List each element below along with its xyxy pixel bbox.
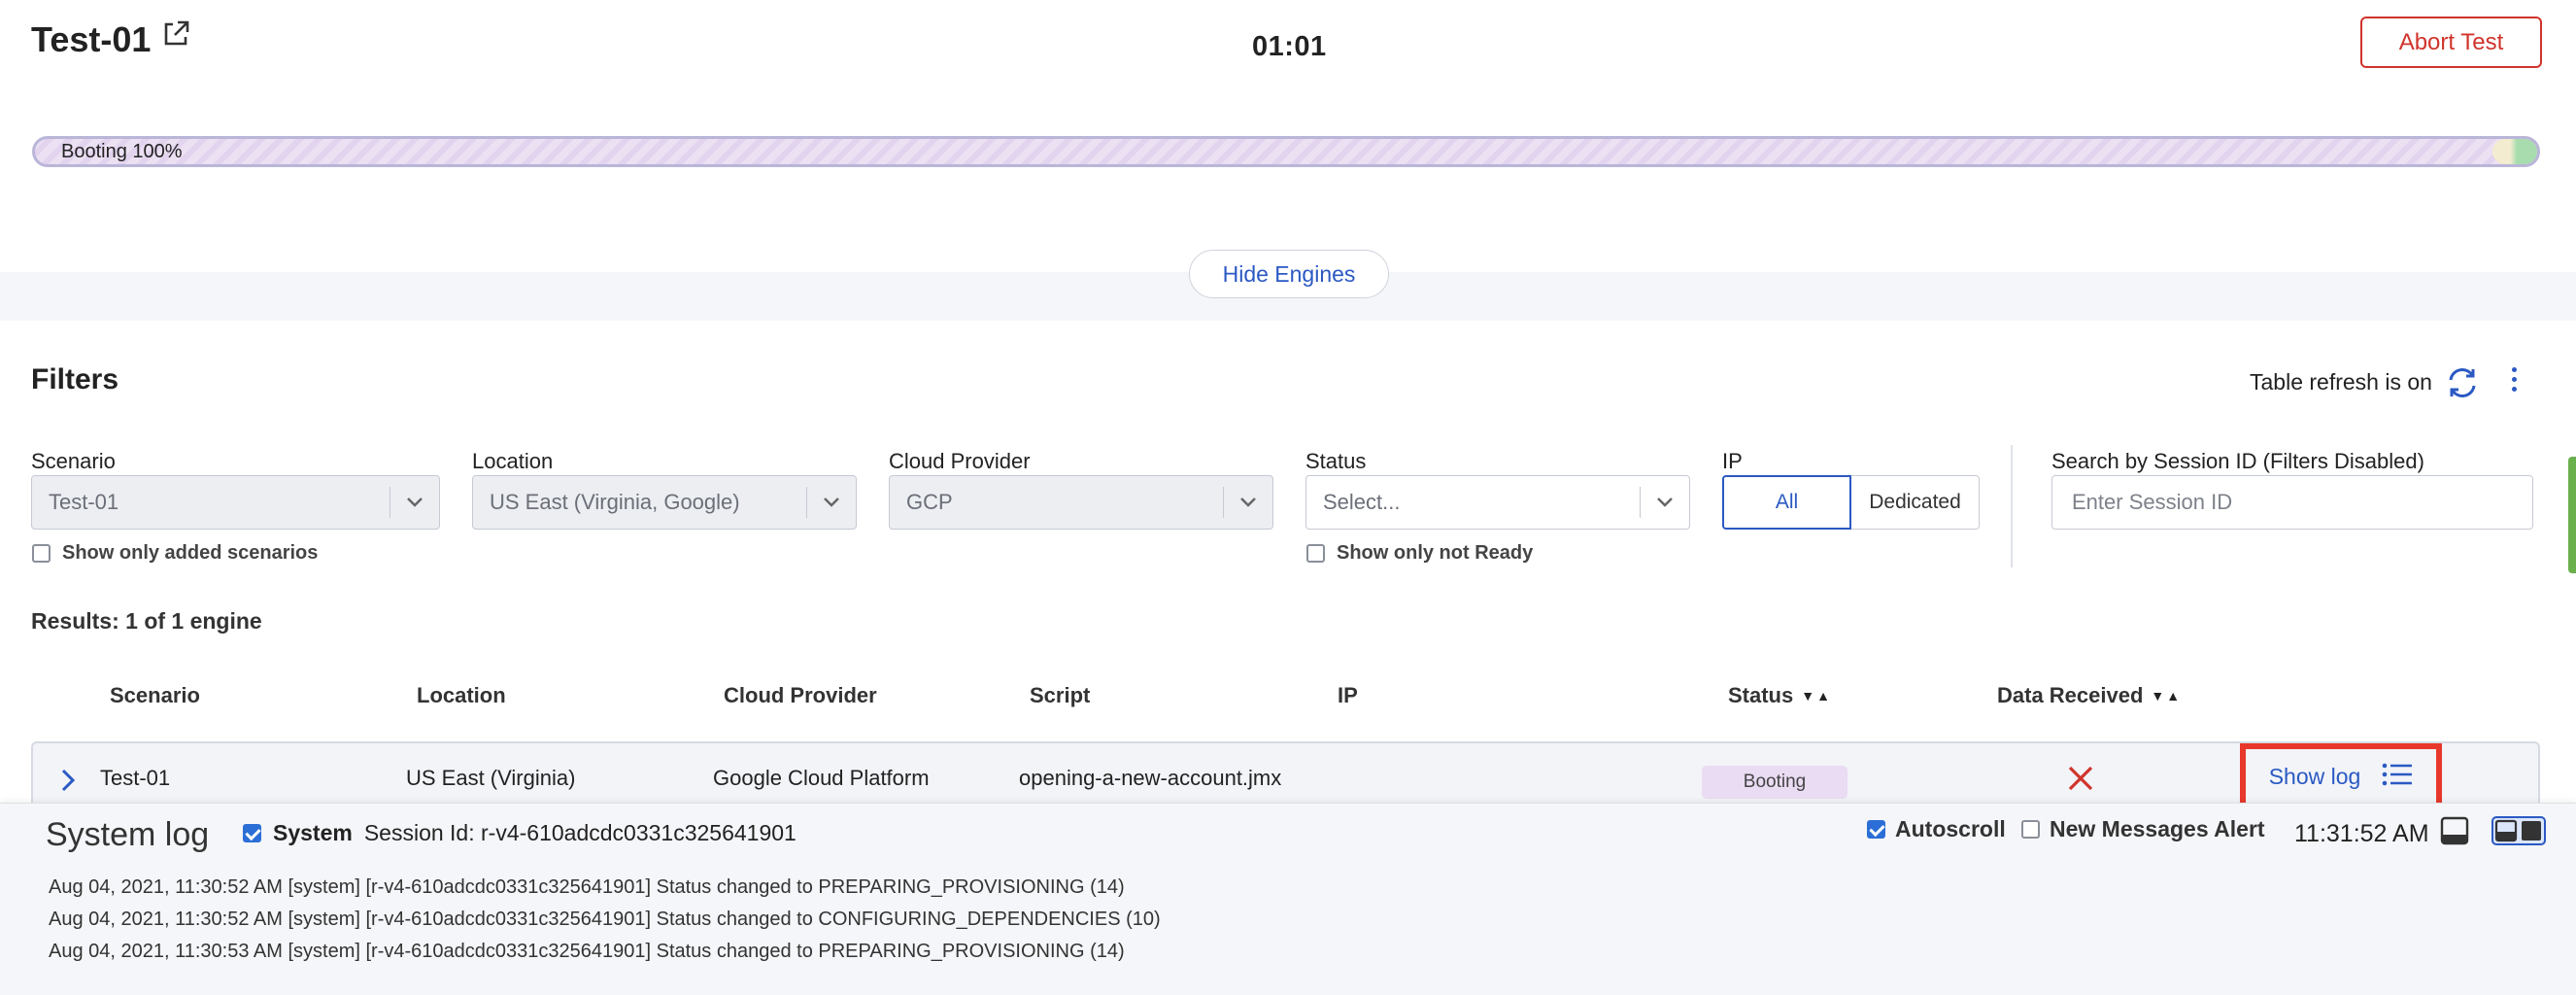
location-select[interactable]: US East (Virginia, Google) bbox=[472, 475, 857, 530]
location-select-value: US East (Virginia, Google) bbox=[490, 490, 740, 514]
scenario-select[interactable]: Test-01 bbox=[31, 475, 440, 530]
ip-toggle-group: All Dedicated bbox=[1722, 475, 1980, 530]
column-header-status[interactable]: Status ▼▲ bbox=[1728, 683, 1832, 708]
test-timer: 01:01 bbox=[1252, 31, 1327, 62]
sort-icon[interactable]: ▼▲ bbox=[1801, 688, 1832, 703]
status-select-placeholder: Select... bbox=[1323, 490, 1401, 514]
external-link-icon[interactable] bbox=[160, 18, 191, 50]
results-count: Results: 1 of 1 engine bbox=[31, 608, 262, 634]
row-script: opening-a-new-account.jmx bbox=[1019, 766, 1282, 790]
system-label: System bbox=[273, 820, 353, 845]
show-only-added-label: Show only added scenarios bbox=[62, 542, 319, 564]
hide-engines-button[interactable]: Hide Engines bbox=[1189, 250, 1389, 298]
more-options-icon[interactable] bbox=[2504, 367, 2524, 398]
row-cloud-provider: Google Cloud Platform bbox=[713, 766, 930, 790]
status-select[interactable]: Select... bbox=[1305, 475, 1690, 530]
column-header-label: Status bbox=[1728, 683, 1794, 707]
ip-all-button[interactable]: All bbox=[1722, 475, 1851, 530]
ip-filter-label: IP bbox=[1722, 449, 1743, 473]
system-log-lines: Aug 04, 2021, 11:30:52 AM [system] [r-v4… bbox=[49, 872, 1161, 968]
log-line: Aug 04, 2021, 11:30:53 AM [system] [r-v4… bbox=[49, 941, 1125, 962]
show-log-button[interactable]: Show log bbox=[2240, 743, 2442, 809]
chevron-right-icon[interactable] bbox=[58, 768, 78, 793]
column-header-script[interactable]: Script bbox=[1030, 683, 1090, 708]
log-line: Aug 04, 2021, 11:30:52 AM [system] [r-v4… bbox=[49, 876, 1125, 898]
table-refresh-status: Table refresh is on bbox=[2250, 369, 2432, 395]
side-edge-indicator bbox=[2568, 457, 2576, 573]
chevron-down-icon bbox=[807, 497, 856, 508]
location-filter-label: Location bbox=[472, 449, 554, 473]
new-messages-label: New Messages Alert bbox=[2050, 816, 2265, 841]
show-log-label: Show log bbox=[2268, 763, 2361, 789]
ip-dedicated-button[interactable]: Dedicated bbox=[1851, 475, 1980, 530]
abort-test-button[interactable]: Abort Test bbox=[2360, 17, 2542, 68]
column-header-label: Location bbox=[417, 683, 506, 707]
log-line: Aug 04, 2021, 11:30:52 AM [system] [r-v4… bbox=[49, 909, 1161, 930]
session-id-input[interactable] bbox=[2051, 475, 2533, 530]
new-messages-alert-toggle[interactable]: New Messages Alert bbox=[2021, 816, 2265, 842]
system-checkbox[interactable] bbox=[243, 824, 261, 842]
new-messages-checkbox[interactable] bbox=[2021, 820, 2040, 839]
column-header-scenario[interactable]: Scenario bbox=[110, 683, 200, 708]
show-only-added-checkbox[interactable] bbox=[32, 544, 51, 563]
refresh-icon[interactable] bbox=[2445, 365, 2480, 400]
progress-end-indicator bbox=[2492, 139, 2537, 164]
column-header-location[interactable]: Location bbox=[417, 683, 506, 708]
cloud-provider-select-value: GCP bbox=[906, 490, 953, 514]
chevron-down-icon bbox=[1224, 497, 1272, 508]
page-title: Test-01 bbox=[31, 19, 152, 59]
cloud-provider-filter-label: Cloud Provider bbox=[889, 449, 1031, 473]
scenario-filter-label: Scenario bbox=[31, 449, 116, 473]
column-header-label: IP bbox=[1338, 683, 1358, 707]
filters-divider bbox=[2011, 445, 2013, 567]
system-log-title: System log bbox=[46, 816, 210, 853]
session-id-text: Session Id: r-v4-610adcdc0331c325641901 bbox=[363, 820, 797, 845]
column-header-label: Scenario bbox=[110, 683, 200, 707]
cloud-provider-select[interactable]: GCP bbox=[889, 475, 1273, 530]
column-header-cloud-provider[interactable]: Cloud Provider bbox=[724, 683, 877, 708]
column-header-label: Data Received bbox=[1997, 683, 2144, 707]
system-log-filter: System Session Id: r-v4-610adcdc0331c325… bbox=[243, 820, 797, 846]
column-header-label: Script bbox=[1030, 683, 1091, 707]
split-view-icon[interactable] bbox=[2491, 816, 2546, 845]
show-only-added-scenarios[interactable]: Show only added scenarios bbox=[32, 542, 318, 565]
show-only-not-ready-label: Show only not Ready bbox=[1337, 542, 1534, 564]
x-icon bbox=[2066, 764, 2095, 793]
dock-bottom-icon[interactable] bbox=[2440, 816, 2469, 845]
session-search-label: Search by Session ID (Filters Disabled) bbox=[2051, 449, 2424, 473]
status-filter-label: Status bbox=[1305, 449, 1367, 473]
list-icon bbox=[2382, 762, 2413, 792]
autoscroll-checkbox[interactable] bbox=[1867, 820, 1885, 839]
chevron-down-icon bbox=[390, 497, 439, 508]
autoscroll-toggle[interactable]: Autoscroll bbox=[1867, 816, 2006, 842]
show-only-not-ready-checkbox[interactable] bbox=[1306, 544, 1325, 563]
show-only-not-ready[interactable]: Show only not Ready bbox=[1306, 542, 1533, 565]
progress-fill bbox=[35, 139, 2537, 164]
column-header-label: Cloud Provider bbox=[724, 683, 877, 707]
row-location: US East (Virginia) bbox=[406, 766, 576, 790]
scenario-select-value: Test-01 bbox=[49, 490, 119, 514]
chevron-down-icon bbox=[1641, 497, 1689, 508]
test-title: Test-01 bbox=[31, 19, 191, 60]
filters-title: Filters bbox=[31, 363, 119, 395]
log-clock: 11:31:52 AM bbox=[2294, 820, 2429, 847]
status-badge: Booting bbox=[1702, 766, 1847, 799]
sort-icon[interactable]: ▼▲ bbox=[2151, 688, 2182, 703]
row-scenario: Test-01 bbox=[100, 766, 171, 790]
column-header-data-received[interactable]: Data Received ▼▲ bbox=[1997, 683, 2182, 708]
column-header-ip[interactable]: IP bbox=[1338, 683, 1358, 708]
progress-label: Booting 100% bbox=[61, 141, 183, 162]
autoscroll-label: Autoscroll bbox=[1895, 816, 2006, 841]
booting-progress-bar: Booting 100% bbox=[32, 136, 2540, 167]
